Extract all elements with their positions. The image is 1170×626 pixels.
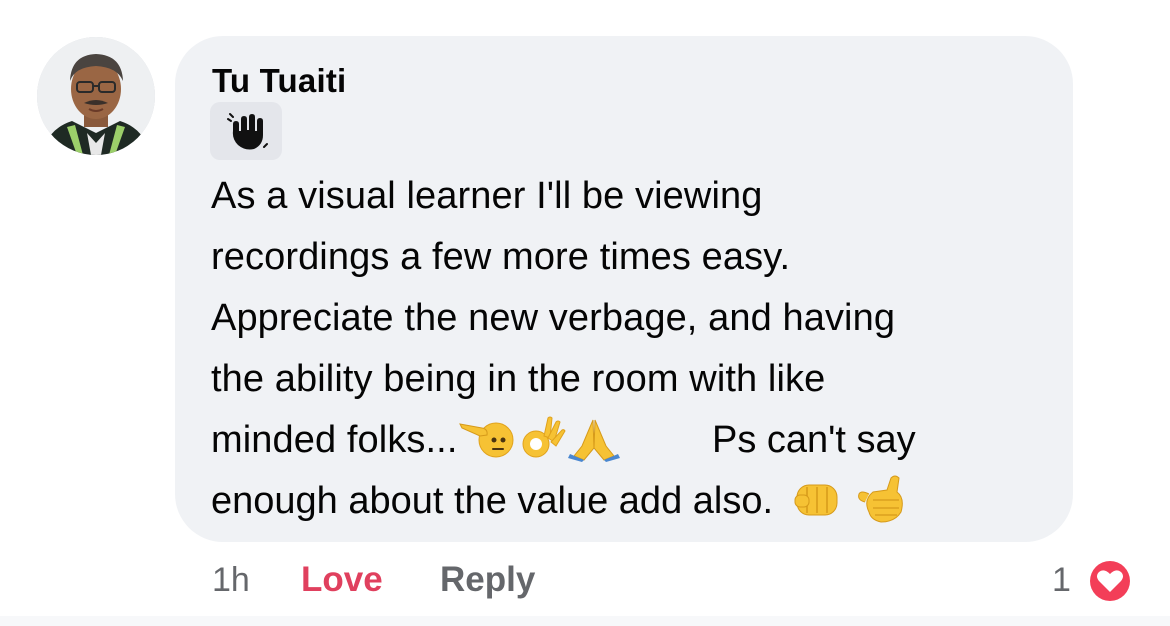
oncoming-fist-icon <box>794 484 838 516</box>
comment-text-segment: enough about the value add also. <box>211 480 774 522</box>
folded-hands-icon <box>567 419 620 462</box>
ok-hand-icon <box>522 416 566 458</box>
comment: Tu Tuaiti As a visual learner I'll be vi… <box>0 0 1170 626</box>
comment-text-line: minded folks... <box>211 410 1061 471</box>
comment-text-line: the ability being in the room with like <box>211 358 826 400</box>
call-me-hand-icon <box>858 475 903 523</box>
reaction-count[interactable]: 1 <box>1052 558 1071 602</box>
saluting-face-icon <box>458 422 513 458</box>
comment-timestamp[interactable]: 1h <box>212 558 250 602</box>
comment-text-line: Appreciate the new verbage, and having <box>211 297 896 339</box>
comment-text-line: enough about the value add also. <box>211 471 911 532</box>
comment-author[interactable]: Tu Tuaiti <box>212 61 346 101</box>
heart-reaction-icon[interactable] <box>1085 556 1135 606</box>
divider <box>0 616 1170 626</box>
comment-text-segment: minded folks... <box>211 419 458 461</box>
comment-text-segment: Ps can't say <box>712 419 916 461</box>
waving-hand-badge[interactable] <box>210 102 282 160</box>
avatar[interactable] <box>37 37 155 155</box>
reply-button[interactable]: Reply <box>440 558 535 602</box>
comment-text-line: recordings a few more times easy. <box>211 236 791 278</box>
comment-text-line: As a visual learner I'll be viewing <box>211 175 763 217</box>
waving-hand-icon <box>227 113 268 150</box>
love-reaction-button[interactable]: Love <box>301 558 383 602</box>
comment-actions: 1h Love Reply 1 <box>0 558 1170 606</box>
comment-text: As a visual learner I'll be viewing reco… <box>211 166 1061 471</box>
